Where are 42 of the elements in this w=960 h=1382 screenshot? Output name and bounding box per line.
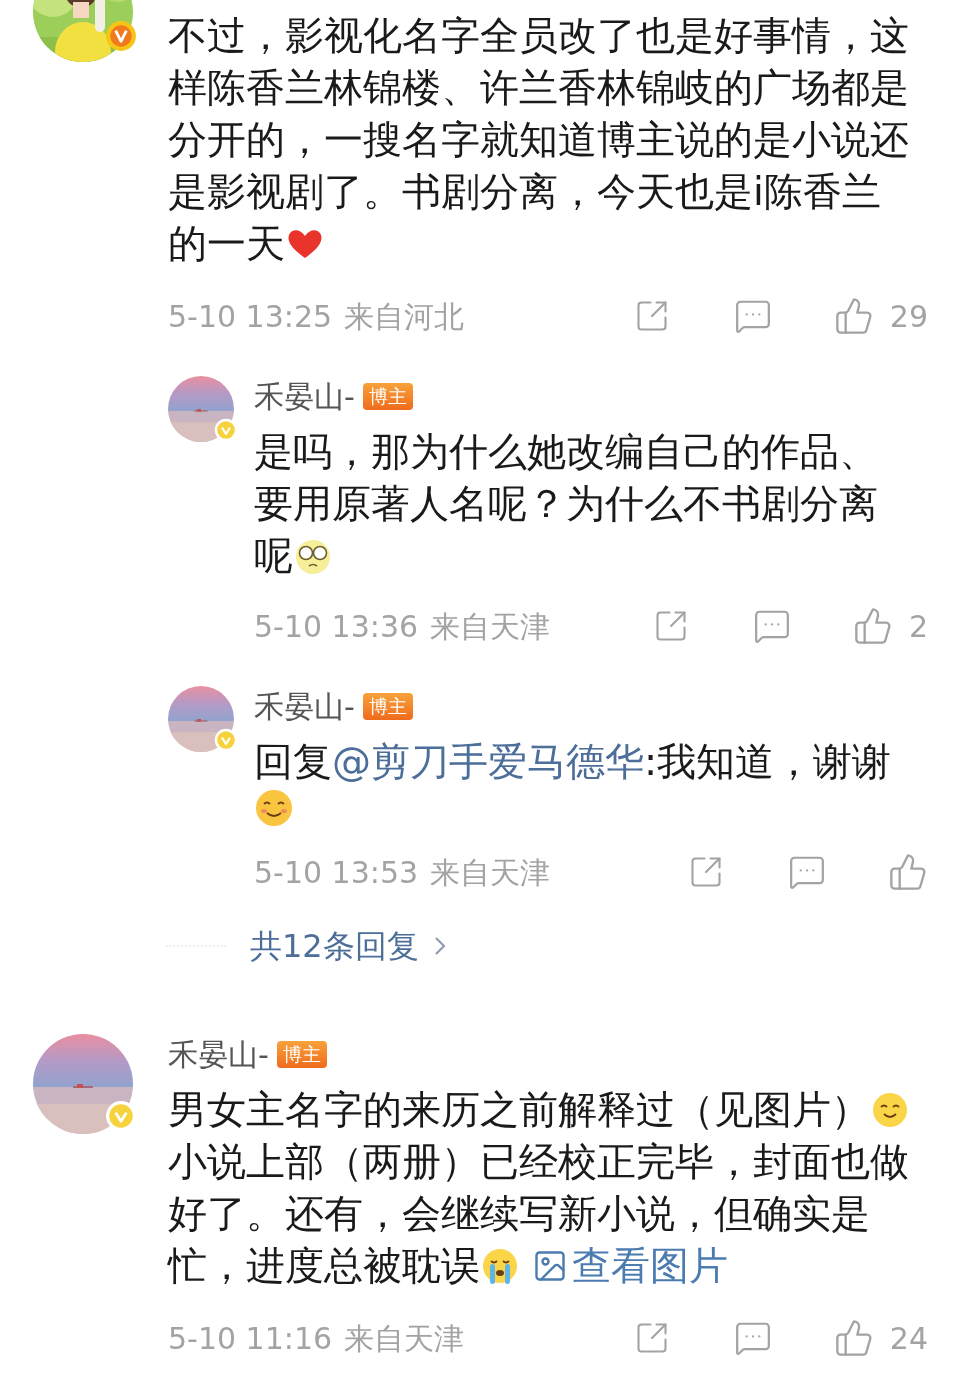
comment-time: 5-10 13:25 [168, 297, 333, 336]
more-replies-link[interactable]: 共12条回复 [250, 922, 445, 970]
comment-location: 来自河北 [344, 297, 465, 336]
comment-text: :我知道，谢谢 [644, 738, 892, 786]
comment-text: 小说上部（两册）已经校正完毕，封面也做好了。还有，会继续写新小说，但确实是 [168, 1138, 910, 1238]
like-count: 24 [889, 1319, 928, 1358]
like-icon[interactable] [888, 852, 928, 892]
like-icon[interactable] [833, 1318, 874, 1358]
verified-badge-icon [105, 20, 137, 52]
mention-link[interactable]: @剪刀手爱马德华 [332, 736, 644, 788]
share-icon[interactable] [688, 854, 724, 890]
user-name[interactable]: 禾晏山- [254, 683, 355, 729]
user-name[interactable]: 禾晏山- [168, 1031, 269, 1077]
view-images-link[interactable]: 查看图片 [532, 1240, 728, 1292]
author-badge: 博主 [276, 1040, 327, 1068]
like-count: 2 [908, 607, 928, 646]
smiling-face-emoji-icon [254, 788, 294, 828]
comment-location: 来自天津 [430, 607, 551, 646]
comment-text: 的一天 [168, 220, 285, 268]
verified-badge-icon [214, 728, 238, 752]
author-badge: 博主 [362, 692, 413, 720]
comment-location: 来自天津 [344, 1319, 465, 1358]
like-icon[interactable] [833, 296, 874, 336]
verified-badge-icon [214, 418, 238, 442]
comment-time: 5-10 13:36 [254, 607, 419, 646]
like-count: 29 [889, 297, 928, 336]
comment-time: 5-10 13:53 [254, 853, 419, 892]
comment-location: 来自天津 [430, 853, 551, 892]
comment-text: 不过，影视化名字全员改了也是好事情，这样陈香兰林锦楼、许兰香林锦岐的广场都是分开的，一搜名字就知道博主说的是小说还是影视剧了。书剧分离，今天也是i陈香兰 [168, 12, 910, 216]
like-icon[interactable] [852, 606, 893, 646]
comment-text: 是吗，那为什么她改编自己的作品、要用原著人名呢？为什么不书剧分离 [254, 428, 879, 528]
crying-face-emoji-icon [480, 1246, 520, 1286]
comment-text: 忙，进度总被耽误 [168, 1242, 480, 1290]
user-name[interactable]: 禾晏山- [254, 373, 355, 419]
comment-text: 男女主名字的来历之前解释过（见图片） [168, 1086, 870, 1134]
smiling-face-emoji-icon [870, 1090, 910, 1130]
comment-text: 呢 [254, 532, 293, 580]
image-icon [532, 1248, 568, 1284]
comment-time: 5-10 11:16 [168, 1319, 333, 1358]
author-badge: 博主 [362, 382, 413, 410]
chevron-right-icon [434, 937, 445, 955]
comment-text: 回复 [254, 738, 332, 786]
